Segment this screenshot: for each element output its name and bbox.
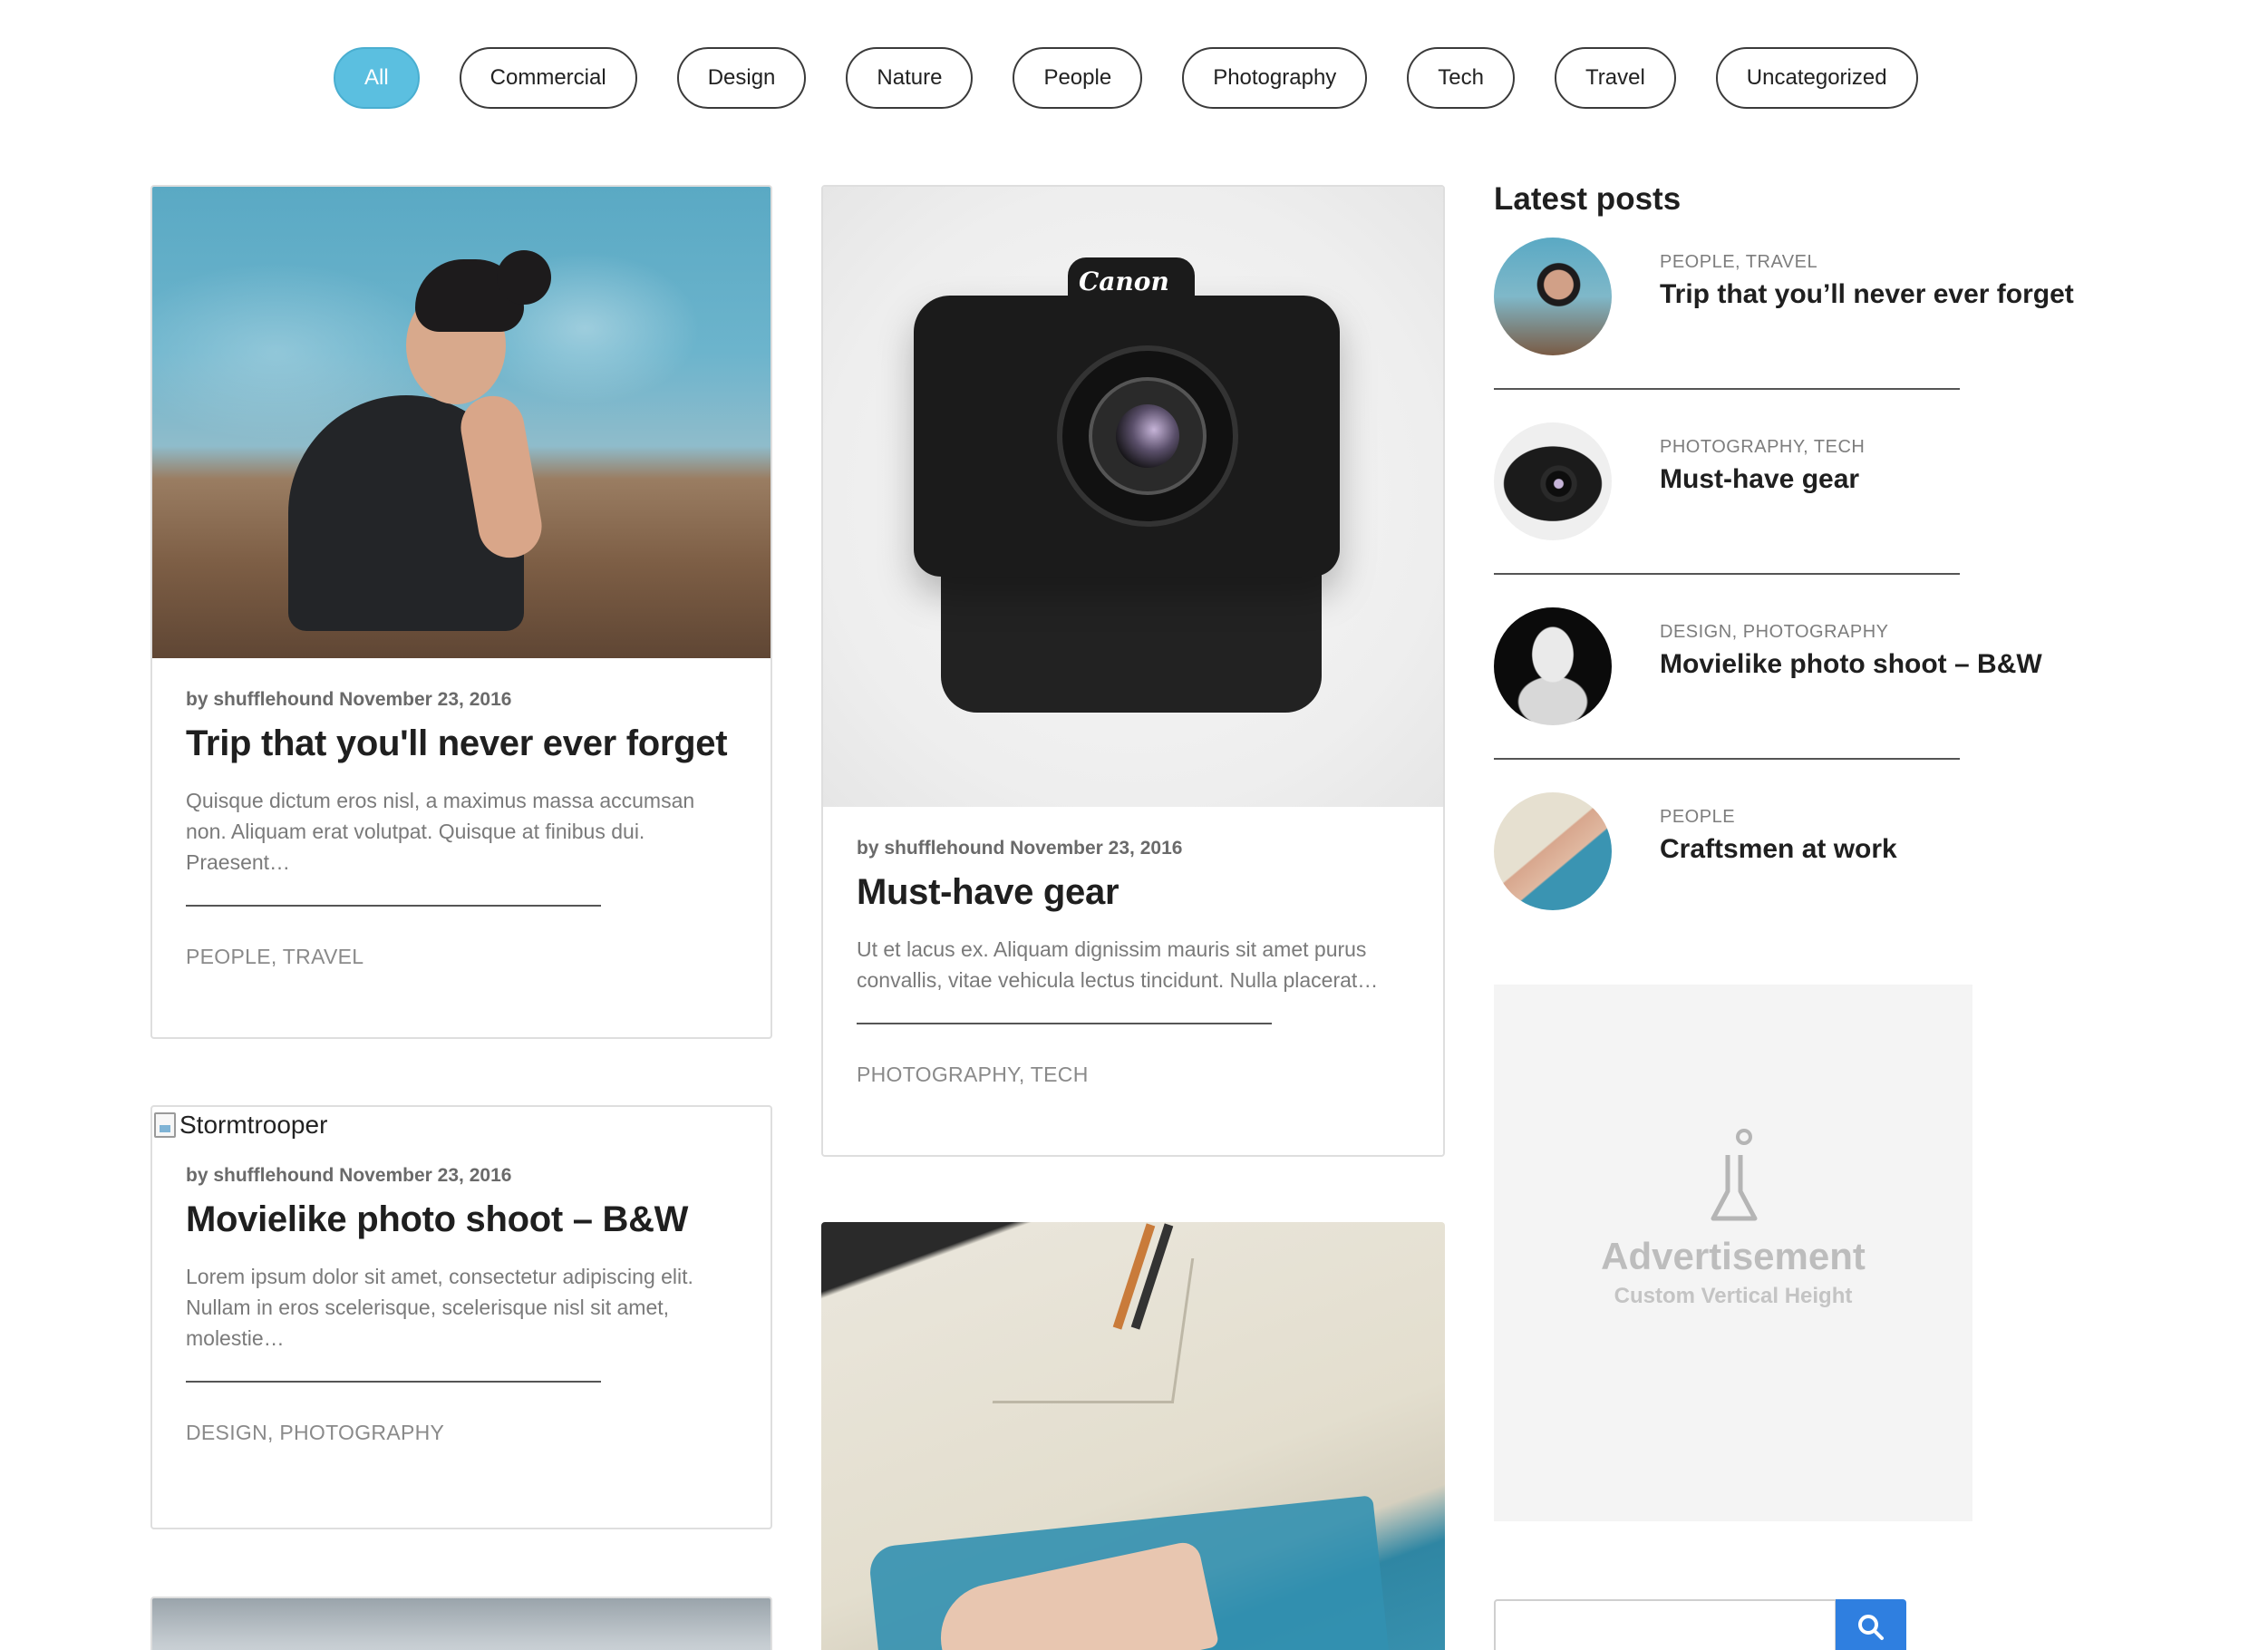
ad-subtitle: Custom Vertical Height (1614, 1284, 1853, 1308)
sidebar: Latest posts PEOPLE, TRAVEL Trip that yo… (1494, 181, 2128, 977)
latest-post-categories[interactable]: PHOTOGRAPHY, TECH (1660, 437, 1865, 458)
filter-people[interactable]: People (1013, 47, 1143, 109)
post-card-gear: Canon by shufflehound November 23, 2016 … (821, 185, 1445, 1157)
filter-travel[interactable]: Travel (1555, 47, 1676, 109)
latest-post-thumbnail[interactable] (1494, 607, 1612, 725)
latest-post-categories[interactable]: PEOPLE (1660, 807, 1735, 828)
post-excerpt: Lorem ipsum dolor sit amet, consectetur … (186, 1265, 693, 1350)
search-icon (1858, 1615, 1884, 1640)
filter-design[interactable]: Design (676, 47, 807, 109)
latest-post-thumbnail[interactable] (1494, 422, 1612, 540)
post-image-camera[interactable]: Canon (823, 187, 1443, 807)
latest-post-title[interactable]: Movielike photo shoot – B&W (1660, 649, 2042, 680)
post-meta: by shufflehound November 23, 2016 (857, 838, 1183, 859)
latest-post-title[interactable]: Trip that you’ll never ever forget (1660, 279, 2074, 310)
post-title-link[interactable]: Movielike photo shoot – B&W (186, 1198, 737, 1241)
post-image-sky[interactable] (152, 1598, 771, 1650)
broken-image-icon (154, 1112, 176, 1138)
latest-post-thumbnail[interactable] (1494, 792, 1612, 910)
divider (1494, 758, 1960, 760)
advertisement-placeholder[interactable]: Advertisement Custom Vertical Height (1494, 985, 1972, 1521)
photo-detail (497, 250, 551, 305)
latest-post-title[interactable]: Must-have gear (1660, 464, 1859, 495)
filter-nature[interactable]: Nature (846, 47, 974, 109)
filter-all[interactable]: All (334, 47, 420, 109)
category-filter-bar: All Commercial Design Nature People Phot… (334, 47, 1918, 109)
divider (1494, 573, 1960, 575)
post-image-woman-by-sea[interactable] (152, 187, 771, 658)
search-input[interactable] (1494, 1599, 1837, 1650)
post-meta: by shufflehound November 23, 2016 (186, 1165, 512, 1186)
filter-tech[interactable]: Tech (1407, 47, 1515, 109)
latest-post-categories[interactable]: PEOPLE, TRAVEL (1660, 252, 1817, 273)
post-meta: by shufflehound November 23, 2016 (186, 689, 512, 710)
post-card-movielike: Stormtrooper by shufflehound November 23… (150, 1105, 772, 1529)
post-excerpt: Ut et lacus ex. Aliquam dignissim mauris… (857, 937, 1379, 992)
post-excerpt: Quisque dictum eros nisl, a maximus mass… (186, 789, 695, 874)
photo-detail (941, 558, 1322, 713)
post-title-link[interactable]: Trip that you'll never ever forget (186, 722, 737, 765)
divider (186, 1381, 601, 1383)
divider (186, 905, 601, 907)
latest-posts-heading: Latest posts (1494, 181, 1682, 217)
post-title-link[interactable]: Must-have gear (857, 870, 1410, 914)
post-card-landscape (150, 1597, 772, 1650)
filter-commercial[interactable]: Commercial (459, 47, 637, 109)
latest-post-categories[interactable]: DESIGN, PHOTOGRAPHY (1660, 622, 1889, 643)
post-categories[interactable]: DESIGN, PHOTOGRAPHY (186, 1421, 737, 1445)
latest-post-item[interactable]: PEOPLE, TRAVEL Trip that you’ll never ev… (1494, 238, 2128, 422)
divider (857, 1023, 1272, 1024)
search-button[interactable] (1836, 1599, 1906, 1650)
ad-title: Advertisement (1601, 1235, 1866, 1277)
post-image-craftsman[interactable] (821, 1222, 1445, 1650)
broken-image[interactable]: Stormtrooper (152, 1107, 771, 1143)
filter-uncategorized[interactable]: Uncategorized (1715, 47, 1918, 109)
divider (1494, 388, 1960, 390)
filter-photography[interactable]: Photography (1182, 47, 1368, 109)
flask-icon (1711, 1129, 1758, 1221)
latest-post-title[interactable]: Craftsmen at work (1660, 834, 1897, 865)
latest-post-item[interactable]: DESIGN, PHOTOGRAPHY Movielike photo shoo… (1494, 607, 2128, 792)
camera-brand-text: Canon (1079, 267, 1169, 296)
post-categories[interactable]: PHOTOGRAPHY, TECH (857, 1063, 1410, 1087)
latest-post-item[interactable]: PEOPLE Craftsmen at work (1494, 792, 2128, 977)
post-card-craftsmen (821, 1222, 1445, 1650)
photo-detail (1116, 404, 1179, 468)
latest-post-item[interactable]: PHOTOGRAPHY, TECH Must-have gear (1494, 422, 2128, 607)
latest-post-thumbnail[interactable] (1494, 238, 1612, 355)
image-alt-text: Stormtrooper (179, 1111, 328, 1139)
photo-detail (992, 1258, 1195, 1403)
post-card-trip: by shufflehound November 23, 2016 Trip t… (150, 185, 772, 1039)
post-categories[interactable]: PEOPLE, TRAVEL (186, 945, 737, 969)
